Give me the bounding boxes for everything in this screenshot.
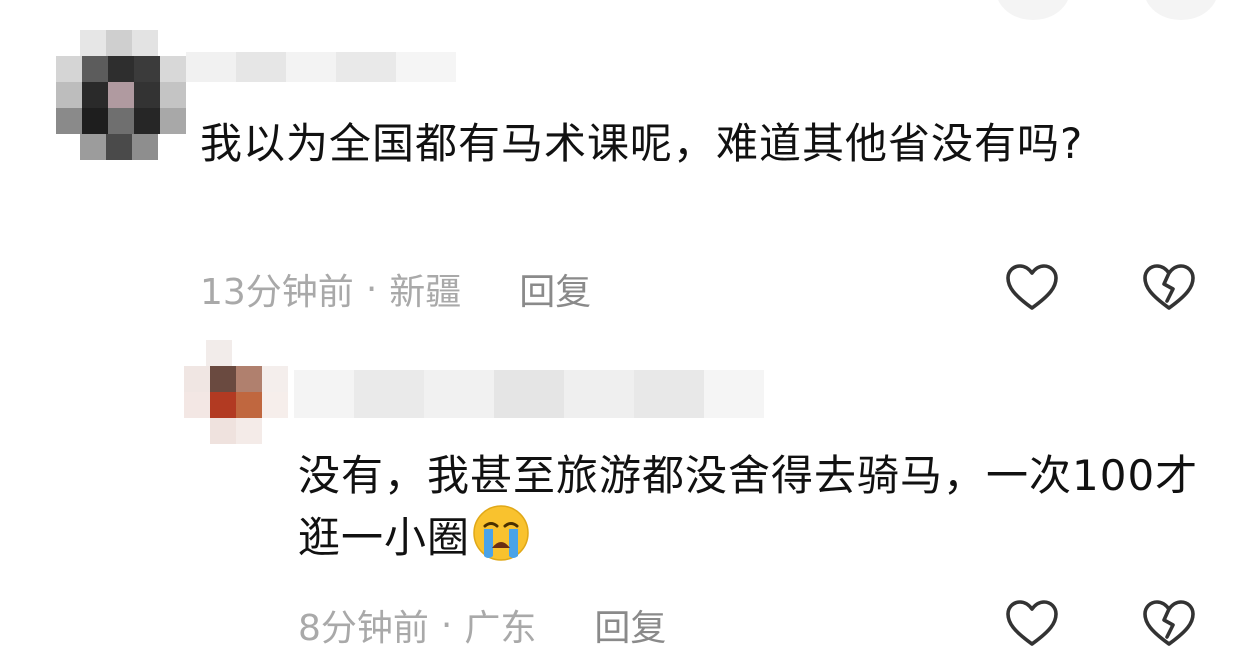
comment-meta: 8分钟前 · 广东 回复 <box>298 600 666 650</box>
heart-outline-icon[interactable] <box>1004 599 1060 649</box>
comment-location: 广东 <box>464 608 537 649</box>
username-blurred[interactable] <box>186 52 456 82</box>
crying-face-emoji <box>473 505 529 561</box>
comment-location: 新疆 <box>389 272 462 313</box>
avatar-blurred[interactable] <box>184 340 294 450</box>
username-blurred[interactable] <box>294 370 764 418</box>
broken-heart-icon[interactable] <box>1141 263 1197 313</box>
comment-body: 没有，我甚至旅游都没舍得去骑马，一次100才逛一小圈 <box>298 451 1199 562</box>
comment-meta: 13分钟前 · 新疆 回复 <box>200 264 591 314</box>
meta-separator: · <box>440 604 453 646</box>
top-action-button-right[interactable] <box>1144 0 1218 20</box>
comment-text: 没有，我甚至旅游都没舍得去骑马，一次100才逛一小圈 <box>298 448 1208 566</box>
comment-thread: 我以为全国都有马术课呢，难道其他省没有吗? 13分钟前 · 新疆 回复 没有，我… <box>0 0 1260 661</box>
avatar-blurred[interactable] <box>56 30 186 170</box>
heart-outline-icon[interactable] <box>1004 263 1060 313</box>
comment-body: 我以为全国都有马术课呢，难道其他省没有吗? <box>200 119 1084 168</box>
comment-time: 13分钟前 <box>200 272 354 313</box>
comment-text: 我以为全国都有马术课呢，难道其他省没有吗? <box>200 116 1180 172</box>
broken-heart-icon[interactable] <box>1141 599 1197 649</box>
meta-separator: · <box>365 268 378 310</box>
top-action-button-left[interactable] <box>996 0 1070 20</box>
reply-button[interactable]: 回复 <box>519 263 591 315</box>
comment-time: 8分钟前 <box>298 608 429 649</box>
reply-button[interactable]: 回复 <box>594 599 666 651</box>
